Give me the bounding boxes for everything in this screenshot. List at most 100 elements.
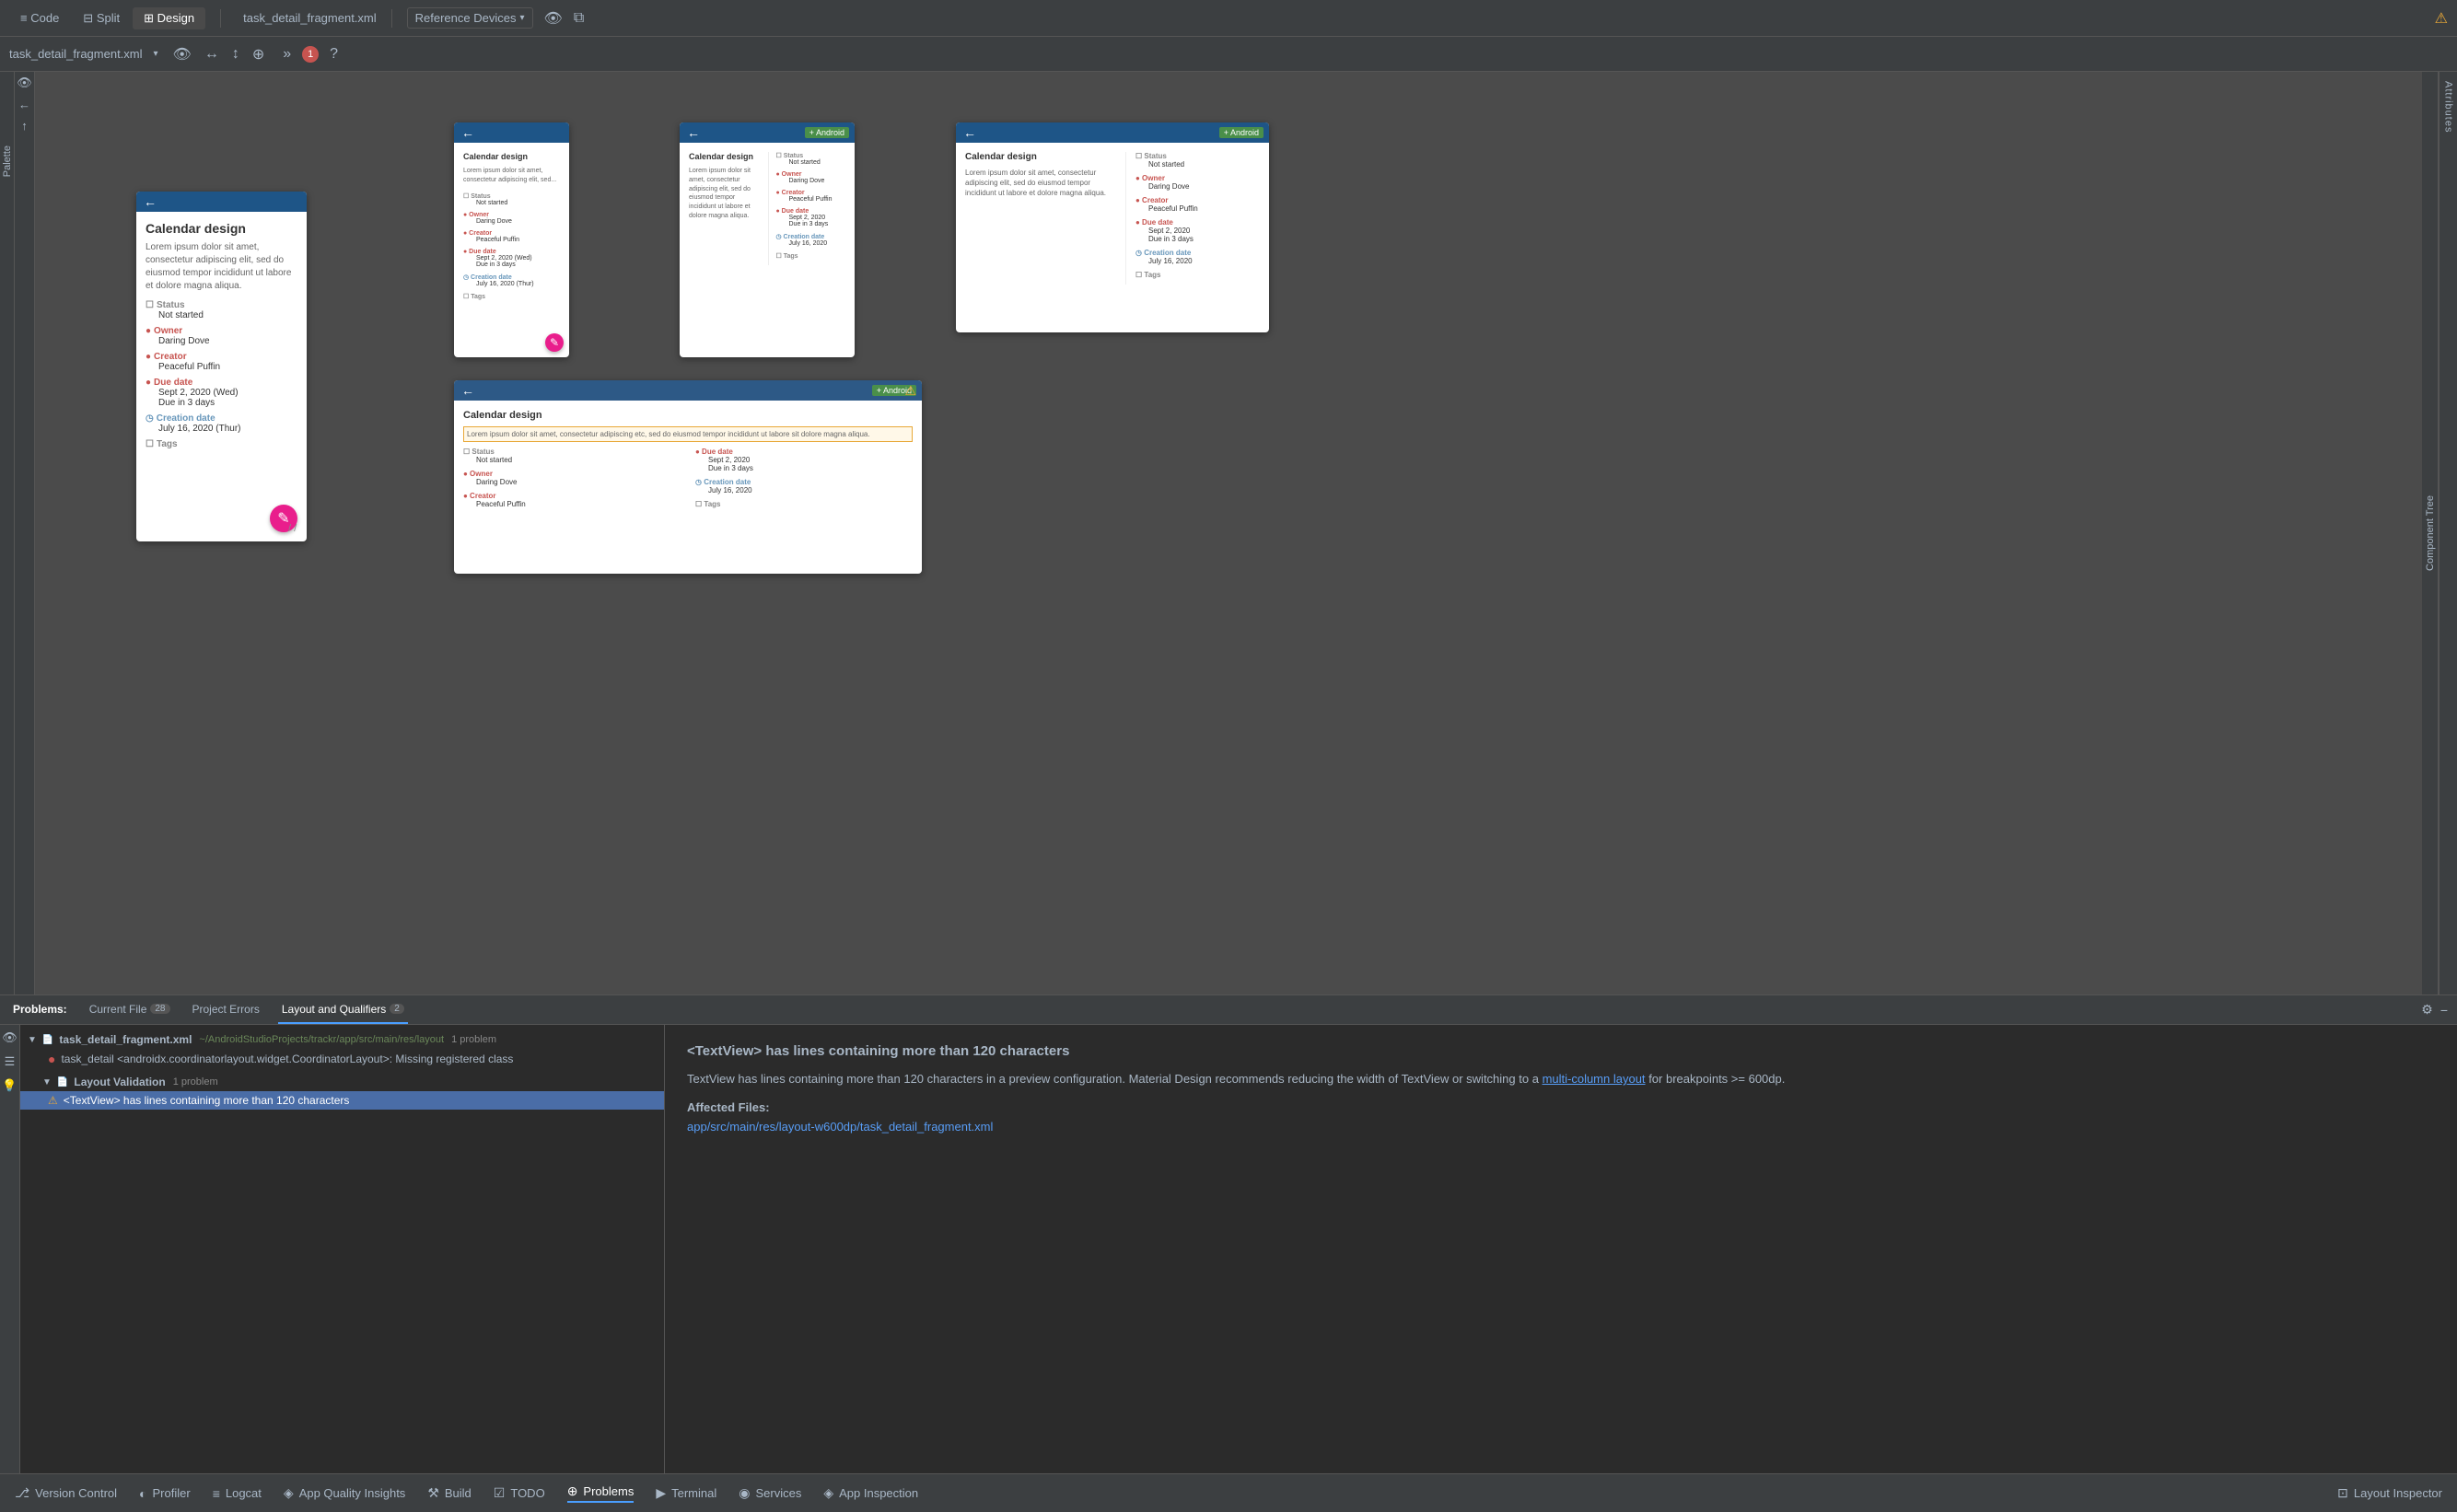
- code-icon: ≡: [20, 11, 28, 25]
- eye-icon-problems[interactable]: 👁: [2, 1030, 17, 1045]
- tab-design[interactable]: ⊞ Design: [133, 7, 205, 29]
- fab-button-2[interactable]: ✎: [545, 333, 564, 352]
- up-arrow-icon[interactable]: ↑: [21, 119, 28, 133]
- status-item-app-quality-insights[interactable]: ◈ App Quality Insights: [284, 1485, 405, 1501]
- card2-creation-label: ◷ Creation date: [463, 273, 560, 281]
- question-icon[interactable]: ?: [326, 44, 342, 64]
- eye-icon-2[interactable]: 👁: [169, 43, 195, 65]
- card2-desc: Lorem ipsum dolor sit amet, consectetur …: [463, 167, 560, 185]
- minus-icon[interactable]: −: [2440, 1003, 2448, 1018]
- card3-creator-label: ● Creator: [776, 190, 846, 196]
- expand-icon[interactable]: »: [279, 44, 295, 64]
- toolbar-separator-1: [220, 9, 221, 28]
- toolbar-separator-2: [391, 9, 392, 28]
- card5-desc-highlighted: Lorem ipsum dolor sit amet, consectetur …: [463, 426, 913, 442]
- eye-icon[interactable]: 👁: [544, 9, 563, 28]
- status-item-services[interactable]: ◉ Services: [739, 1485, 801, 1501]
- card2-tags-label: ☐ Tags: [463, 293, 560, 300]
- tab-layout-qualifiers[interactable]: Layout and Qualifiers 2: [278, 995, 408, 1024]
- device-card-tablet-landscape: ← + Android Calendar design Lorem ipsum …: [956, 122, 1269, 332]
- card3-creator-value: Peaceful Puffin: [789, 196, 846, 203]
- status-item-terminal[interactable]: ▶ Terminal: [656, 1485, 716, 1501]
- problem-item-warning-1[interactable]: ⚠ <TextView> has lines containing more t…: [20, 1091, 664, 1110]
- status-item-problems[interactable]: ⊕ Problems: [567, 1483, 635, 1503]
- card2-owner-value: Daring Dove: [476, 218, 560, 225]
- card3-status-value: Not started: [789, 159, 846, 166]
- back-arrow-icon-2: ←: [461, 125, 474, 140]
- card5-creator: ● Creator Peaceful Puffin: [463, 492, 681, 508]
- layout-validation-header[interactable]: ▼ 📄 Layout Validation 1 problem: [20, 1073, 664, 1091]
- bulb-icon-problems[interactable]: 💡: [2, 1078, 17, 1093]
- status-item-layout-inspector[interactable]: ⊡ Layout Inspector: [2337, 1485, 2442, 1501]
- status-label: ☐ Status: [146, 300, 297, 310]
- file-dropdown-icon[interactable]: ▾: [150, 47, 162, 61]
- card3-left-col: Calendar design Lorem ipsum dolor sit am…: [689, 152, 759, 265]
- card2-creator-value: Peaceful Puffin: [476, 237, 560, 243]
- detail-body: TextView has lines containing more than …: [687, 1070, 2435, 1089]
- card2-status: ☐ Status Not started: [463, 192, 560, 206]
- card3-creation: ◷ Creation date July 16, 2020: [776, 233, 846, 247]
- eye-icon-3[interactable]: 👁: [17, 76, 32, 90]
- toolbar-icons-group: 👁 ↔ ↕ ⊕: [169, 43, 269, 65]
- card5-fields-row: ☐ Status Not started ● Owner Daring Dove…: [463, 448, 913, 514]
- tab-split[interactable]: ⊟ Split: [72, 7, 131, 29]
- card2-owner-label: ● Owner: [463, 212, 560, 218]
- card4-owner: ● Owner Daring Dove: [1135, 174, 1260, 191]
- layout-inspector-icon: ⊡: [2337, 1485, 2348, 1501]
- affected-file-link[interactable]: app/src/main/res/layout-w600dp/task_deta…: [687, 1120, 2435, 1134]
- reference-devices-button[interactable]: Reference Devices ▾: [407, 7, 533, 29]
- status-item-logcat[interactable]: ≡ Logcat: [213, 1486, 262, 1501]
- creation-label: ◷ Creation date: [146, 413, 297, 424]
- tab-project-errors[interactable]: Project Errors: [189, 995, 263, 1024]
- card2-status-value: Not started: [476, 200, 560, 206]
- tab-code[interactable]: ≡ Code: [9, 7, 70, 29]
- palette-label[interactable]: Palette: [2, 145, 13, 177]
- card-header-2: ←: [454, 122, 569, 143]
- settings-icon[interactable]: ⚙: [2421, 1002, 2433, 1018]
- card1-owner: ● Owner Daring Dove: [146, 326, 297, 346]
- services-label: Services: [755, 1486, 801, 1500]
- card5-due: ● Due date Sept 2, 2020Due in 3 days: [695, 448, 913, 472]
- list-icon-problems[interactable]: ☰: [5, 1054, 16, 1069]
- problem-detail-panel: <TextView> has lines containing more tha…: [665, 1025, 2457, 1473]
- problems-tabs-bar: Problems: Current File 28 Project Errors…: [0, 995, 2457, 1025]
- card2-tags: ☐ Tags: [463, 293, 560, 300]
- status-item-app-inspection[interactable]: ◈ App Inspection: [823, 1485, 918, 1501]
- card2-due: ● Due date Sept 2, 2020 (Wed)Due in 3 da…: [463, 249, 560, 268]
- horizontal-arrow-icon[interactable]: ↔: [201, 44, 223, 64]
- card5-col1: ☐ Status Not started ● Owner Daring Dove…: [463, 448, 681, 514]
- card4-creation-value: July 16, 2020: [1148, 257, 1260, 265]
- card2-creation: ◷ Creation date July 16, 2020 (Thur): [463, 273, 560, 287]
- status-item-version-control[interactable]: ⎇ Version Control: [15, 1485, 117, 1501]
- zoom-icon[interactable]: ⊕: [249, 43, 268, 65]
- back-arrow-icon-3: ←: [687, 125, 700, 140]
- device-card-small-phone: ← Calendar design Lorem ipsum dolor sit …: [136, 192, 307, 541]
- problem-item-1[interactable]: ● task_detail <androidx.coordinatorlayou…: [20, 1049, 664, 1069]
- multi-column-link[interactable]: multi-column layout: [1543, 1072, 1646, 1086]
- card5-owner-value: Daring Dove: [476, 478, 681, 486]
- terminal-label: Terminal: [671, 1486, 716, 1500]
- error-badge: 1: [302, 46, 319, 63]
- card5-creation: ◷ Creation date July 16, 2020: [695, 478, 913, 494]
- layout-qualifiers-badge: 2: [390, 1004, 404, 1014]
- card-content-1: Calendar design Lorem ipsum dolor sit am…: [136, 212, 307, 464]
- card2-creator: ● Creator Peaceful Puffin: [463, 230, 560, 243]
- card3-status-label: ☐ Status: [776, 152, 846, 159]
- warning-icon-item: ⚠: [48, 1094, 58, 1107]
- problem-group-header-1[interactable]: ▼ 📄 task_detail_fragment.xml ~/AndroidSt…: [20, 1030, 664, 1049]
- problems-left-icons: 👁 ☰ 💡: [0, 1025, 20, 1473]
- card4-title: Calendar design: [965, 152, 1114, 162]
- card5-due-value: Sept 2, 2020Due in 3 days: [708, 456, 913, 472]
- affected-files-label: Affected Files:: [687, 1100, 2435, 1114]
- status-item-profiler[interactable]: ◐ Profiler: [139, 1486, 191, 1501]
- devices-icon[interactable]: ⧉: [574, 10, 584, 27]
- vertical-arrow-icon[interactable]: ↕: [228, 44, 243, 64]
- tab-current-file[interactable]: Current File 28: [86, 995, 174, 1024]
- top-toolbar: ≡ Code ⊟ Split ⊞ Design task_detail_frag…: [0, 0, 2457, 37]
- left-arrow-icon[interactable]: ←: [18, 98, 30, 111]
- status-item-build[interactable]: ⚒ Build: [427, 1485, 471, 1501]
- card5-creator-value: Peaceful Puffin: [476, 500, 681, 508]
- component-tree-label[interactable]: Component Tree: [2425, 495, 2436, 571]
- expand-arrow-2: ▼: [42, 1077, 52, 1087]
- status-item-todo[interactable]: ☑ TODO: [494, 1485, 545, 1501]
